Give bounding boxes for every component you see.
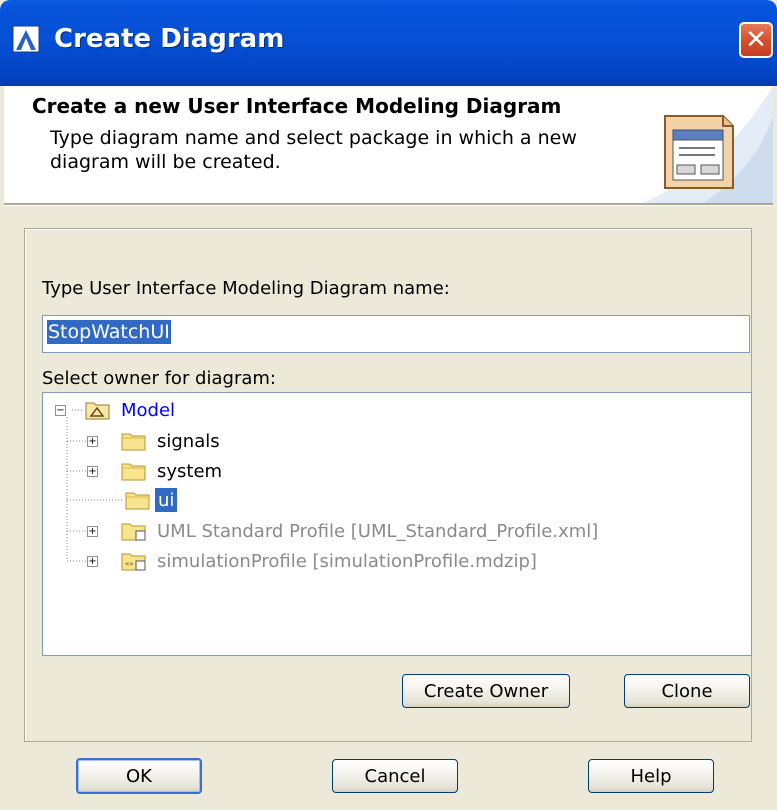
diagram-name-label: Type User Interface Modeling Diagram nam…: [42, 278, 450, 299]
folder-icon: [125, 492, 150, 510]
tree-item-ui[interactable]: ui: [155, 488, 178, 512]
folder-icon: [121, 463, 146, 481]
tree-item-simulation-profile[interactable]: simulationProfile [simulationProfile.mdz…: [157, 548, 537, 574]
owner-tree[interactable]: − Model + signals + system ui + UML Stan…: [42, 392, 752, 656]
folder-icon: [121, 433, 146, 451]
tree-expander-simulation-profile[interactable]: +: [87, 556, 98, 567]
create-diagram-dialog: Create Diagram ✕ Create a new User Inter…: [0, 0, 777, 810]
close-icon: ✕: [745, 25, 767, 55]
header-title: Create a new User Interface Modeling Dia…: [32, 94, 562, 118]
owner-label: Select owner for diagram:: [42, 368, 276, 389]
help-button[interactable]: Help: [588, 759, 714, 793]
tree-expander-model[interactable]: −: [55, 405, 66, 416]
header-separator: [4, 203, 773, 206]
expand-icon: +: [88, 526, 97, 537]
ok-label: OK: [126, 765, 152, 787]
profile-package-icon: «»: [121, 553, 146, 571]
tree-item-system[interactable]: system: [157, 458, 222, 484]
create-owner-button[interactable]: Create Owner: [402, 674, 570, 708]
tree-item-uml-standard-profile[interactable]: UML Standard Profile [UML_Standard_Profi…: [157, 518, 598, 544]
model-package-icon: [85, 402, 110, 420]
tree-item-model[interactable]: Model: [121, 397, 175, 423]
tree-item-label: ui: [158, 489, 175, 511]
collapse-icon: −: [56, 405, 65, 416]
tree-expander-signals[interactable]: +: [87, 436, 98, 447]
tree-expander-uml-standard-profile[interactable]: +: [87, 526, 98, 537]
cancel-label: Cancel: [364, 765, 426, 787]
expand-icon: +: [88, 556, 97, 567]
ok-button[interactable]: OK: [76, 758, 202, 794]
create-owner-label: Create Owner: [423, 680, 549, 702]
expand-icon: +: [88, 436, 97, 447]
tree-item-label: system: [157, 460, 223, 482]
window-title: Create Diagram: [54, 24, 285, 54]
tree-item-label: signals: [157, 430, 220, 452]
svg-text:«»: «»: [125, 560, 134, 568]
user-interface-diagram-icon: [664, 115, 734, 189]
diagram-name-input[interactable]: StopWatchUI: [42, 315, 750, 353]
header-description: Type diagram name and select package in …: [50, 127, 577, 173]
diagram-name-value: StopWatchUI: [47, 320, 171, 344]
tree-item-label: Model: [121, 399, 176, 421]
tree-item-label: simulationProfile [simulationProfile.mdz…: [157, 550, 537, 572]
tree-item-signals[interactable]: signals: [157, 428, 220, 454]
tree-expander-system[interactable]: +: [87, 466, 98, 477]
app-icon: [12, 25, 40, 53]
clone-label: Clone: [661, 680, 713, 702]
profile-folder-icon: [121, 523, 146, 541]
tree-item-label: UML Standard Profile [UML_Standard_Profi…: [157, 520, 599, 542]
title-bar[interactable]: Create Diagram ✕: [0, 0, 777, 86]
help-label: Help: [630, 765, 672, 787]
expand-icon: +: [88, 466, 97, 477]
clone-button[interactable]: Clone: [624, 674, 750, 708]
cancel-button[interactable]: Cancel: [332, 759, 458, 793]
close-button[interactable]: ✕: [739, 22, 773, 58]
